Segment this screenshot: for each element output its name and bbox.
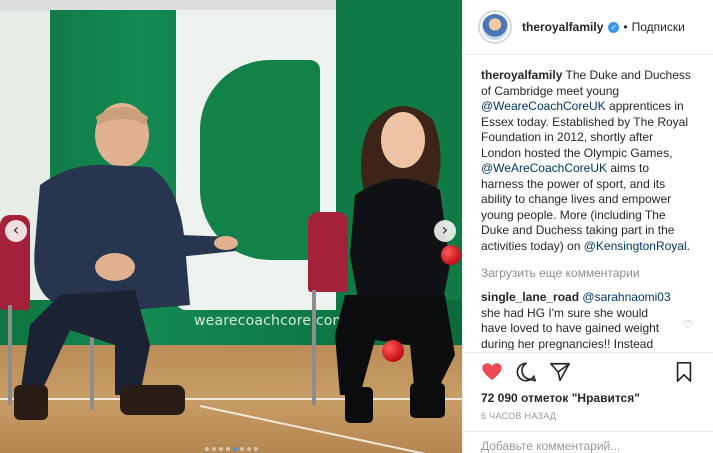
add-comment-input[interactable]: Добавьте комментарий...: [463, 431, 713, 453]
red-ball: [441, 245, 461, 265]
carousel-prev-button[interactable]: ‹: [5, 220, 27, 242]
caption-mention[interactable]: @WeareCoachCoreUK: [481, 99, 606, 113]
comment-like-icon[interactable]: ♡: [683, 318, 693, 334]
post-header: theroyalfamily ✓ • Подписки: [463, 0, 713, 55]
avatar-image: [482, 14, 508, 40]
carousel-next-button[interactable]: ›: [434, 220, 456, 242]
carousel-dot: [211, 447, 216, 451]
comment-text: she had HG I'm sure she would have loved…: [481, 305, 660, 351]
bookmark-icon[interactable]: [673, 361, 695, 383]
carousel-dot: [232, 447, 237, 451]
action-icons: [481, 355, 695, 389]
carousel-dot: [239, 447, 244, 451]
post-details-panel: theroyalfamily ✓ • Подписки theroyalfami…: [462, 0, 713, 453]
caption-mention[interactable]: @KensingtonRoyal: [584, 239, 687, 253]
post-caption: theroyalfamily The Duke and Duchess of C…: [481, 68, 695, 254]
avatar-icon[interactable]: [478, 10, 512, 44]
comment-icon[interactable]: [515, 361, 537, 383]
comments-section[interactable]: theroyalfamily The Duke and Duchess of C…: [463, 56, 713, 350]
carousel-dot: [246, 447, 251, 451]
caption-mention[interactable]: @WeAreCoachCoreUK: [481, 161, 607, 175]
caption-username[interactable]: theroyalfamily: [481, 68, 562, 82]
load-more-comments-button[interactable]: Загрузить еще комментарии: [481, 266, 695, 280]
person-woman: [335, 106, 455, 423]
header-separator: •: [623, 20, 628, 34]
share-icon[interactable]: [549, 361, 571, 383]
heart-icon[interactable]: [481, 361, 503, 383]
red-ball: [382, 340, 404, 362]
carousel-dot: [225, 447, 230, 451]
carousel-dots: [0, 447, 462, 451]
post-photo[interactable]: wearecoachcore.com ‹ ›: [0, 0, 462, 453]
comment-item: single_lane_road @sarahnaomi03 she had H…: [481, 290, 695, 350]
header-username[interactable]: theroyalfamily: [522, 20, 603, 34]
verified-icon: ✓: [608, 21, 620, 33]
carousel-dot: [204, 447, 209, 451]
comment-mention[interactable]: @sarahnaomi03: [582, 290, 670, 304]
carousel-dot: [218, 447, 223, 451]
likes-count[interactable]: 72 090 отметок "Нравится": [481, 391, 695, 405]
comment-username[interactable]: single_lane_road: [481, 290, 579, 304]
post-time[interactable]: 6 часов назад: [481, 411, 695, 421]
carousel-dot: [253, 447, 258, 451]
follow-button[interactable]: Подписки: [632, 20, 685, 34]
person-man: [14, 103, 238, 420]
post-actions: 72 090 отметок "Нравится" 6 часов назад …: [463, 352, 713, 453]
caption-text: .: [686, 238, 690, 253]
